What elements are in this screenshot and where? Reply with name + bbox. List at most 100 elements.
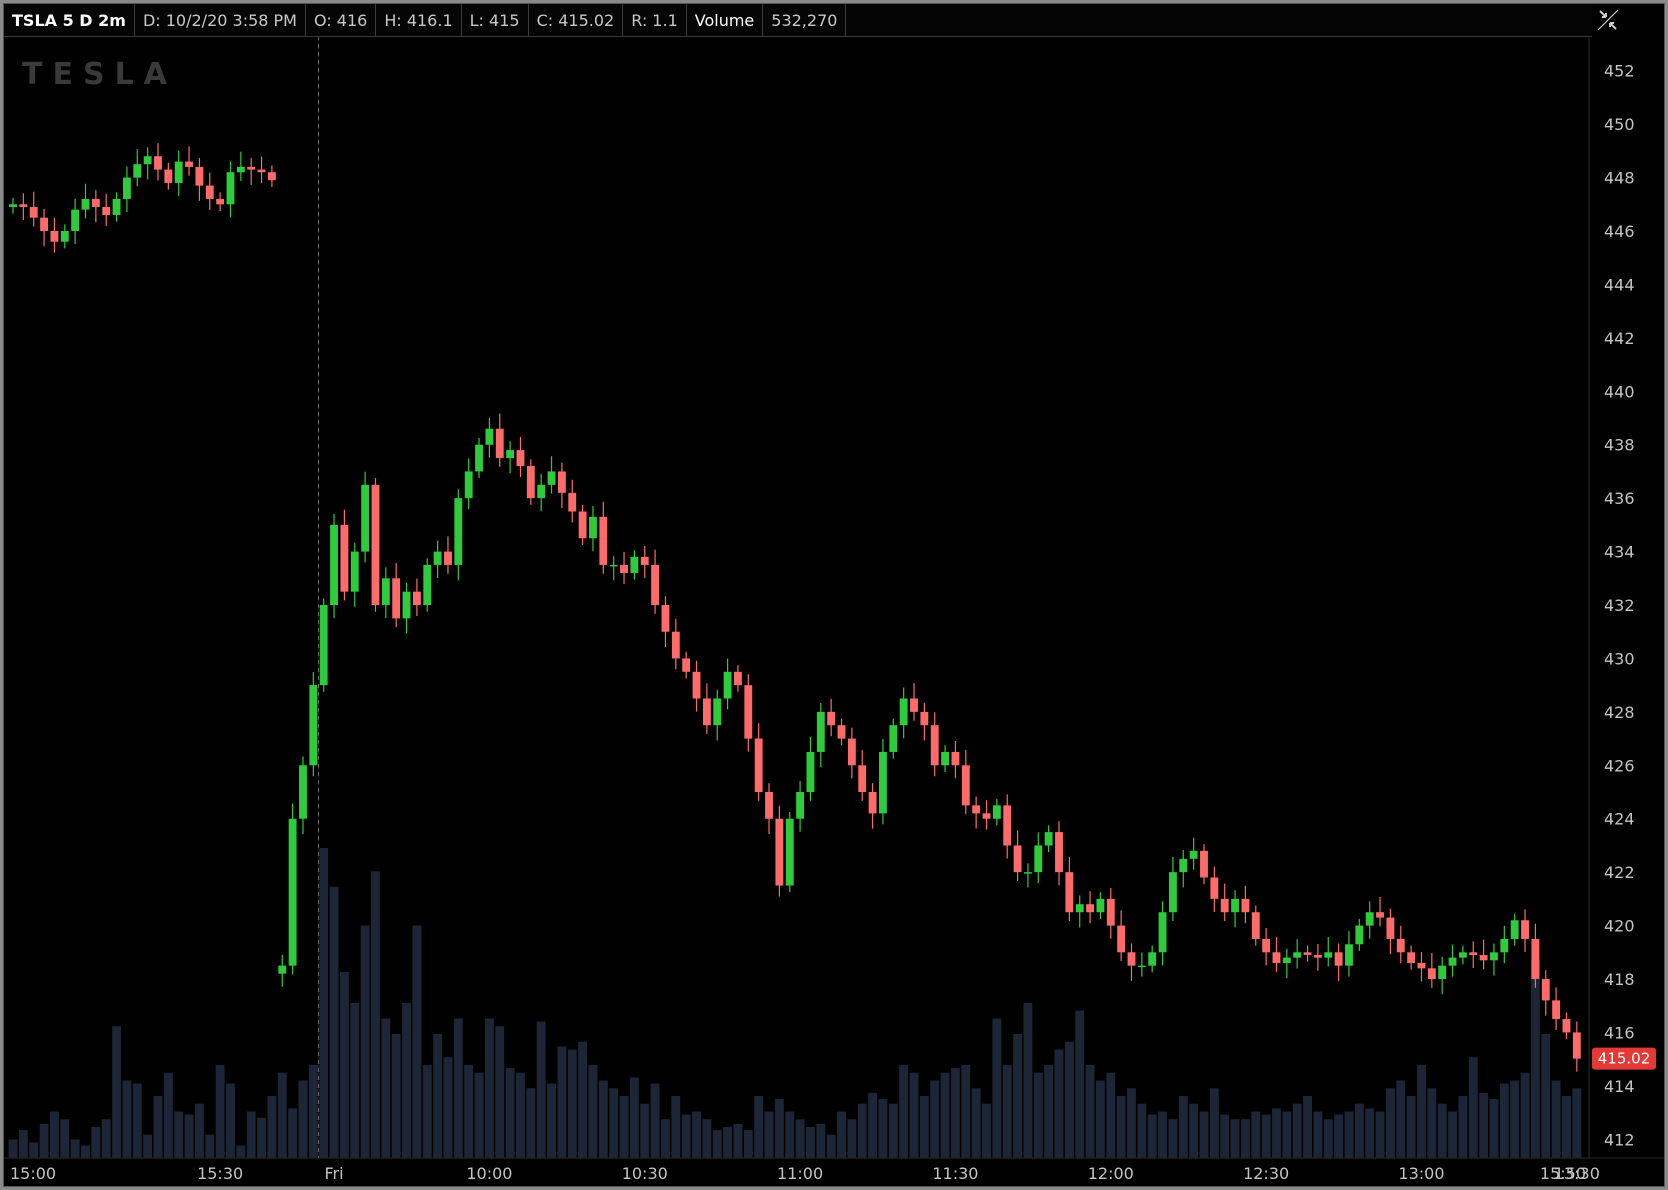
volume-bar [1499,1083,1509,1158]
volume-bar [1054,1049,1064,1158]
volume-bar [743,1130,753,1158]
price-tick-label: 450 [1604,115,1635,134]
candle-body [1220,898,1229,913]
candle-body [1479,954,1488,961]
candle-body [827,711,836,726]
candle-body [1572,1032,1581,1059]
volume-bar [1313,1111,1323,1158]
candle-body [1448,957,1457,966]
price-tick-label: 424 [1604,810,1635,829]
volume-bar [764,1111,774,1158]
volume-bar [81,1145,90,1158]
volume-bar [1251,1111,1261,1158]
candle-body [1251,912,1260,939]
candle-body [1096,898,1105,913]
candle-body [1013,845,1022,873]
volume-bar [961,1065,971,1158]
candle-body [195,166,204,186]
volume-bar [1116,1096,1126,1158]
candle-body [174,161,183,183]
candle-body [50,231,59,242]
volume-bar [1127,1088,1136,1158]
volume-bar [215,1065,225,1158]
candle-body [154,156,162,170]
price-tick-label: 432 [1604,596,1635,615]
volume-bar [516,1072,525,1158]
candle-body [423,564,432,606]
volume-bar [474,1072,484,1158]
volume-bar [1427,1088,1437,1158]
candle-body [309,685,318,766]
candle-body [1313,954,1322,958]
candle-body [1044,832,1053,846]
candle-body [578,511,587,539]
volume-bar [692,1111,701,1158]
candle-body [506,450,515,459]
candle-body [350,551,359,592]
price-tick-label: 426 [1604,756,1635,775]
candle-body [630,556,639,573]
close-readout: C: 415.02 [529,4,624,36]
candle-body [951,751,960,766]
candle-body [143,156,152,165]
volume-readout: 532,270 [763,4,847,36]
price-tick-label: 412 [1604,1130,1635,1149]
volume-bar [433,1034,443,1158]
volume-bar [1147,1114,1157,1158]
volume-bar [661,1119,670,1158]
candle-body [319,605,328,686]
candle-body [226,172,235,205]
price-tick-label: 444 [1604,275,1635,294]
candle-body [910,698,918,712]
price-tick-label: 418 [1604,970,1635,989]
candle-body [1262,938,1271,953]
candle-body [288,818,297,966]
volume-bar [1396,1080,1406,1158]
candle-body [651,564,660,606]
price-tick-label: 414 [1604,1077,1635,1096]
volume-bar [236,1145,246,1158]
candle-body [806,751,815,793]
candle-body [475,444,483,472]
volume-bar [8,1139,18,1158]
volume-bar [1199,1111,1209,1158]
candle-body [1355,925,1364,945]
candle-body [1334,952,1343,966]
volume-bar [1240,1119,1250,1158]
volume-bar [163,1072,173,1158]
volume-bar [878,1099,888,1158]
date-readout: D: 10/2/20 3:58 PM [135,4,306,36]
price-tick-label: 416 [1604,1023,1635,1042]
candle-body [371,484,380,606]
expand-collapse-icon[interactable] [1594,8,1622,32]
candle-body [185,161,193,167]
candle-body [444,551,452,565]
candle-body [247,166,256,170]
price-chart[interactable]: TESLA 4524504484464444424404384364344324… [4,4,1664,1186]
candle-body [1521,920,1529,939]
volume-bar [971,1088,981,1158]
volume-bar [1437,1103,1447,1158]
candle-body [941,751,950,766]
volume-bar [930,1080,940,1158]
candle-body [1137,965,1146,968]
volume-bar [1375,1111,1385,1158]
volume-bar [1064,1041,1074,1158]
candle-body [1034,845,1043,873]
candle-body [1231,898,1239,913]
volume-bar [1406,1096,1416,1158]
symbol-label[interactable]: TSLA 5 D 2m [4,4,135,36]
candle-body [765,792,773,819]
volume-bar [1168,1119,1178,1158]
volume-bar [288,1108,298,1158]
volume-bar [598,1080,608,1158]
candle-body [1003,805,1012,846]
volume-bar [1551,1080,1561,1158]
candle-body [785,818,794,886]
volume-bar [49,1111,59,1158]
candle-body [930,725,939,766]
volume-bar [609,1088,619,1158]
price-axis: 452 450 448 446 444 442 440 438 436 434 432 430 428 4… [1604,62,1635,1150]
volume-bar [360,925,370,1158]
candle-body [526,466,535,499]
